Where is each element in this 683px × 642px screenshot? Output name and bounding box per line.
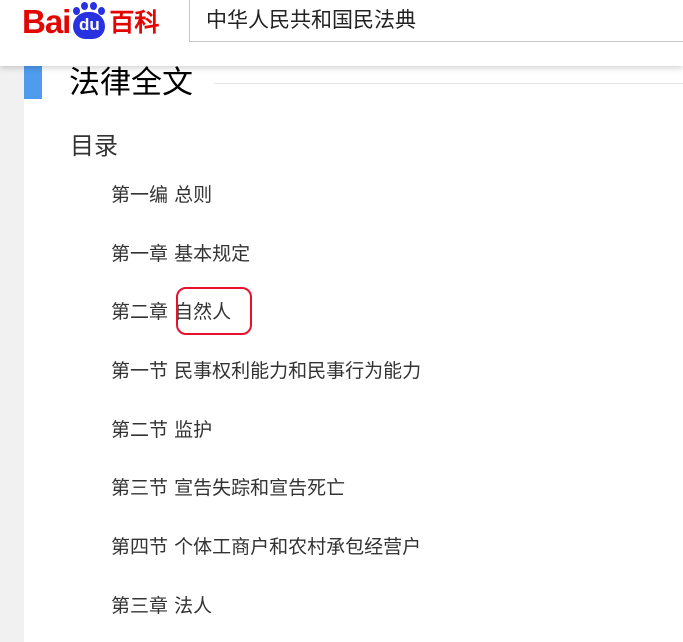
paw-icon: du — [71, 2, 107, 40]
toc-item-title[interactable]: 法人 — [174, 595, 212, 617]
toc-item-title[interactable]: 监护 — [174, 419, 212, 441]
search-input[interactable] — [206, 4, 676, 34]
logo-baike-text: 百科 — [109, 8, 160, 37]
toc-item-number: 第一编 — [111, 184, 169, 206]
toc-item-number: 第三章 — [111, 594, 169, 617]
toc-item-title[interactable]: 总则 — [174, 184, 212, 206]
left-gutter — [0, 66, 24, 642]
toc-item-number: 第二节 — [111, 418, 169, 441]
toc-item[interactable]: 第一章 基本规定 — [111, 237, 421, 296]
toc-item-title[interactable]: 民事权利能力和民事行为能力 — [174, 360, 421, 382]
toc-item[interactable]: 第一节 民事权利能力和民事行为能力 — [111, 354, 421, 413]
toc-item-number: 第三节 — [111, 477, 169, 500]
section-accent-bar — [24, 66, 42, 99]
toc-item[interactable]: 第二节 监护 — [111, 413, 421, 472]
toc-item[interactable]: 第三节 宣告失踪和宣告死亡 — [111, 471, 421, 530]
logo-bai-text: Bai — [22, 3, 71, 40]
toc-item-title[interactable]: 个体工商户和农村承包经营户 — [174, 536, 421, 558]
toc-item[interactable]: 第二章 自然人 — [111, 295, 421, 354]
toc-item-number: 第一节 — [111, 360, 169, 383]
toc-item[interactable]: 第三章 法人 — [111, 589, 421, 642]
title-divider — [214, 83, 683, 84]
search-box — [189, 0, 683, 42]
toc-heading: 目录 — [70, 132, 118, 160]
toc-item[interactable]: 第一编 总则 — [111, 178, 421, 237]
baidu-baike-logo[interactable]: Bai du 百科 — [22, 0, 159, 40]
toc-item-title[interactable]: 自然人 — [174, 301, 231, 323]
toc-item-number: 第一章 — [111, 242, 169, 265]
toc-item[interactable]: 第四节 个体工商户和农村承包经营户 — [111, 530, 421, 589]
page: Bai du 百科 法律全文 目录 第一编 总则 第一章 基本规定 第二章 自然… — [0, 0, 683, 642]
toc-item-title[interactable]: 宣告失踪和宣告死亡 — [174, 477, 345, 499]
toc-item-number: 第二章 — [111, 301, 169, 324]
section-title: 法律全文 — [69, 65, 193, 101]
toc-item-title[interactable]: 基本规定 — [174, 243, 250, 265]
toc-list: 第一编 总则 第一章 基本规定 第二章 自然人 第一节 民事权利能力和民事行为能… — [111, 178, 421, 642]
toc-item-number: 第四节 — [111, 536, 169, 559]
logo-du-text: du — [73, 12, 106, 39]
top-bar: Bai du 百科 — [0, 0, 683, 66]
